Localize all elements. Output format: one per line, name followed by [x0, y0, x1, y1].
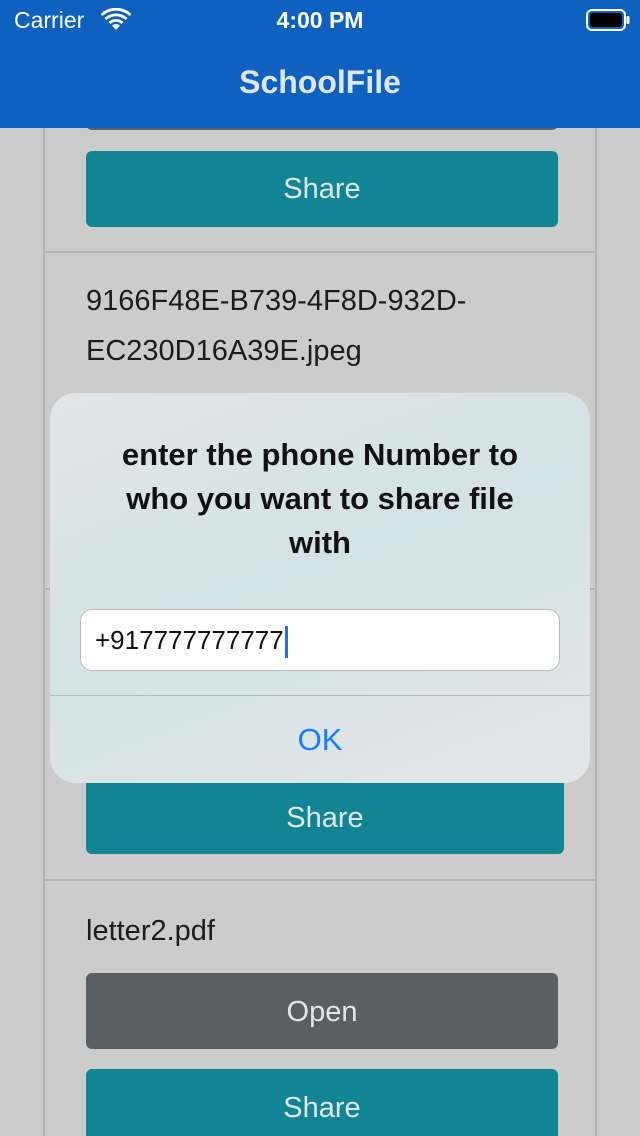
phone-number-input[interactable]: +917777777777 — [80, 609, 560, 671]
alert-title-line: who you want to share file — [126, 481, 514, 516]
row-separator — [45, 251, 595, 253]
page-title: SchoolFile — [239, 64, 401, 100]
file-name-line: 9166F48E-B739-4F8D-932D- — [86, 285, 467, 317]
phone-number-value: +917777777777 — [95, 625, 284, 655]
alert-title: enter the phone Number to who you want t… — [80, 433, 560, 565]
navigation-bar: Carrier 4:00 PM SchoolFile — [0, 0, 640, 128]
file-name: letter2.pdf — [86, 915, 215, 947]
share-button[interactable]: Share — [86, 1069, 558, 1136]
status-bar: Carrier 4:00 PM — [0, 0, 640, 40]
file-name: 9166F48E-B739-4F8D-932D- EC230D16A39E.jp… — [86, 276, 466, 376]
row-separator — [45, 879, 595, 881]
share-alert-dialog: enter the phone Number to who you want t… — [50, 393, 590, 783]
share-button[interactable]: Share — [86, 151, 558, 227]
alert-title-line: enter the phone Number to — [121, 437, 519, 472]
text-caret — [284, 626, 288, 659]
share-button[interactable]: Share — [86, 778, 564, 854]
file-name-line: EC230D16A39E.jpeg — [86, 335, 362, 367]
status-time: 4:00 PM — [276, 7, 364, 33]
ok-button[interactable]: OK — [50, 696, 590, 783]
battery-icon — [586, 9, 630, 31]
alert-title-line: with — [289, 525, 351, 560]
open-button[interactable]: Open — [86, 973, 558, 1049]
